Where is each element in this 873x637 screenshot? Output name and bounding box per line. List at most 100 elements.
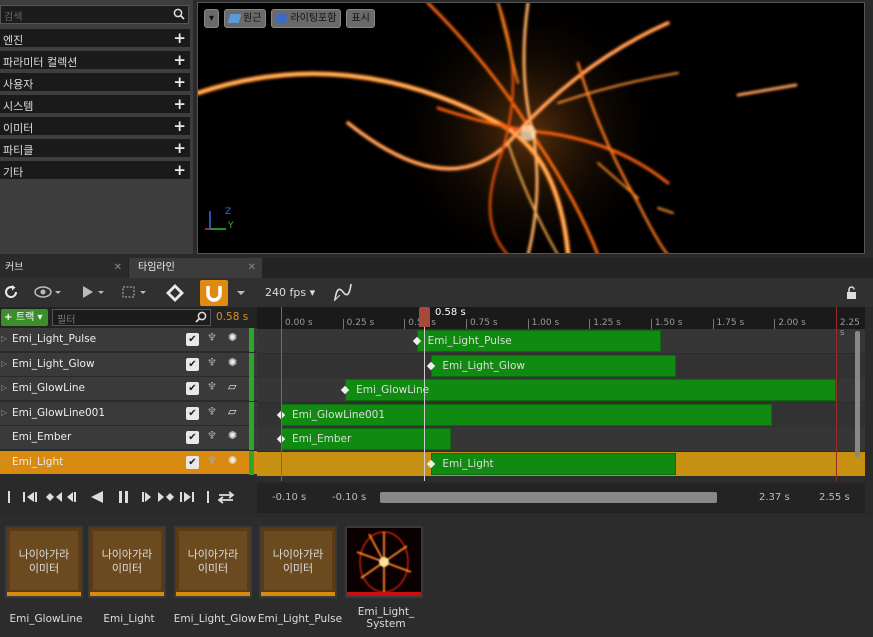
tab-curves[interactable]: 커브 ✕ — [0, 258, 128, 278]
working-end-time[interactable]: 2.37 s — [759, 492, 790, 503]
pin-icon[interactable]: ♆ — [207, 356, 217, 369]
ruler-tick-mark — [404, 319, 406, 329]
expand-plus-icon[interactable]: + — [173, 29, 186, 47]
expand-plus-icon[interactable]: + — [173, 51, 186, 69]
track-row[interactable]: ▷ Emi_GlowLine ✔ ♆ ▱ — [0, 377, 257, 401]
snap-dropdown-icon[interactable] — [236, 289, 246, 297]
asset-type-strip — [347, 592, 421, 596]
timeline-end-marker[interactable] — [836, 307, 837, 481]
preview-viewport[interactable]: ▾ 원근 라이팅포함 표시 Z Y — [197, 2, 865, 254]
pin-icon[interactable]: ♆ — [207, 331, 217, 344]
track-row[interactable]: ▷ Emi_GlowLine001 ✔ ♆ ▱ — [0, 401, 257, 426]
timeline-section-bar[interactable]: Emi_Light — [431, 452, 676, 475]
asset-thumbnail[interactable] — [345, 526, 423, 598]
category-engine[interactable]: 엔진 + — [0, 29, 190, 49]
expand-arrow-icon[interactable]: ▷ — [1, 359, 7, 368]
previous-key-icon — [46, 492, 62, 502]
refresh-icon[interactable] — [3, 284, 19, 300]
category-particle[interactable]: 파티클 + — [0, 139, 190, 159]
track-enabled-checkbox[interactable]: ✔ — [186, 382, 199, 395]
close-icon[interactable]: ✕ — [114, 258, 122, 278]
pin-icon[interactable]: ♆ — [207, 429, 217, 442]
pin-icon[interactable]: ♆ — [207, 405, 217, 418]
view-mode-button[interactable]: 라이팅포함 — [271, 9, 342, 28]
view-end-time[interactable]: 2.55 s — [819, 492, 850, 503]
timeline-section-bar[interactable]: Emi_GlowLine — [345, 379, 836, 401]
expand-plus-icon[interactable]: + — [173, 73, 186, 91]
asset-name-label[interactable]: Emi_Light_ System — [343, 606, 429, 630]
timeline-area[interactable]: 0.00 s0.25 s0.50 s0.75 s1.00 s1.25 s1.50… — [257, 307, 865, 481]
playhead-line — [424, 319, 425, 481]
asset-type-strip — [261, 592, 335, 596]
asset-name-label[interactable]: Emi_Light — [86, 613, 172, 625]
category-user[interactable]: 사용자 + — [0, 73, 190, 93]
category-emitter[interactable]: 이미터 + — [0, 117, 190, 137]
track-enabled-checkbox[interactable]: ✔ — [186, 431, 199, 444]
expand-plus-icon[interactable]: + — [173, 95, 186, 113]
asset-name-label[interactable]: Emi_GlowLine — [3, 613, 89, 625]
asset-thumbnail[interactable]: 나이아가라 이미터 — [259, 526, 337, 598]
library-search-input[interactable]: 검색 — [0, 5, 189, 24]
selection-icon[interactable] — [121, 284, 151, 300]
asset-name-label[interactable]: Emi_Light_Glow — [172, 613, 258, 625]
time-range-slider[interactable] — [380, 492, 717, 503]
step-to-previous-key-icon — [23, 492, 37, 502]
snap-button[interactable] — [200, 280, 228, 306]
track-enabled-checkbox[interactable]: ✔ — [186, 455, 199, 469]
close-icon[interactable]: ✕ — [248, 258, 256, 278]
eye-icon[interactable] — [34, 284, 64, 300]
pin-icon[interactable]: ♆ — [207, 380, 217, 393]
category-parameter-collection[interactable]: 파라미터 컬렉션 + — [0, 51, 190, 71]
playhead-handle[interactable] — [419, 307, 430, 327]
expand-arrow-icon[interactable]: ▷ — [1, 334, 7, 343]
asset-thumbnail[interactable]: 나이아가라 이미터 — [174, 526, 252, 598]
vertical-scrollbar[interactable] — [855, 331, 860, 457]
transform-icon[interactable] — [165, 283, 185, 303]
expand-plus-icon[interactable]: + — [173, 139, 186, 157]
timeline-section-bar[interactable]: Emi_Ember — [281, 428, 452, 450]
expand-arrow-icon[interactable]: ▷ — [1, 383, 7, 392]
asset-thumbnail[interactable]: 나이아가라 이미터 — [88, 526, 166, 598]
unlock-icon[interactable] — [845, 286, 859, 300]
category-system[interactable]: 시스템 + — [0, 95, 190, 115]
asset-name-label[interactable]: Emi_Light_Pulse — [257, 613, 343, 625]
expand-plus-icon[interactable]: + — [173, 117, 186, 135]
track-row[interactable]: ▷ Emi_Light_Glow ✔ ♆ ✺ — [0, 352, 257, 377]
expand-arrow-icon[interactable]: ▷ — [1, 457, 7, 466]
track-enabled-checkbox[interactable]: ✔ — [186, 406, 199, 420]
step-forward-icon — [142, 492, 151, 502]
timeline-section-bar[interactable]: Emi_GlowLine001 — [281, 403, 772, 426]
add-track-button[interactable]: + 트랙 ▾ — [1, 309, 48, 326]
track-enabled-checkbox[interactable]: ✔ — [186, 333, 199, 346]
track-filter-input[interactable]: 필터 — [52, 309, 211, 326]
search-icon[interactable] — [173, 8, 185, 20]
timeline-section-bar[interactable]: Emi_Light_Pulse — [416, 330, 661, 352]
track-row[interactable]: Emi_Ember ✔ ♆ ✺ — [0, 426, 257, 450]
asset-type-label: 나이아가라 이미터 — [264, 531, 332, 590]
track-enabled-checkbox[interactable]: ✔ — [186, 357, 199, 371]
track-row[interactable]: ▷ Emi_Light_Pulse ✔ ♆ ✺ — [0, 328, 257, 352]
play-options-icon[interactable] — [80, 284, 110, 300]
expand-arrow-icon[interactable]: ▷ — [1, 408, 7, 417]
view-start-time[interactable]: -0.10 s — [272, 492, 306, 503]
ruler-tick-label: 0.25 s — [346, 318, 375, 328]
pin-icon[interactable]: ♆ — [207, 454, 217, 467]
asset-type-label: 나이아가라 이미터 — [179, 531, 247, 590]
time-ruler[interactable]: 0.00 s0.25 s0.50 s0.75 s1.00 s1.25 s1.50… — [257, 307, 865, 338]
timeline-start-marker[interactable] — [281, 307, 282, 481]
curve-editor-icon[interactable] — [332, 281, 354, 303]
current-time-readout: 0.58 s — [216, 311, 249, 323]
perspective-button[interactable]: 원근 — [224, 9, 267, 28]
viewport-menu-button[interactable]: ▾ — [204, 9, 220, 28]
working-start-time[interactable]: -0.10 s — [332, 492, 366, 503]
tab-timeline[interactable]: 타임라인 ✕ — [129, 258, 262, 278]
expand-plus-icon[interactable]: + — [173, 161, 186, 179]
search-icon[interactable] — [195, 311, 208, 324]
timeline-section-bar[interactable]: Emi_Light_Glow — [431, 354, 676, 377]
asset-thumbnail[interactable]: 나이아가라 이미터 — [5, 526, 83, 598]
show-button[interactable]: 표시 — [346, 9, 375, 28]
track-row[interactable]: ▷ Emi_Light ✔ ♆ ✺ — [0, 450, 257, 475]
library-panel: 검색 엔진 + 파라미터 컬렉션 + 사용자 + 시스템 + 이미터 + 파티클 + 기타 + — [0, 0, 193, 254]
fps-dropdown[interactable]: 240 fps ▾ — [265, 286, 315, 299]
category-other[interactable]: 기타 + — [0, 161, 190, 181]
